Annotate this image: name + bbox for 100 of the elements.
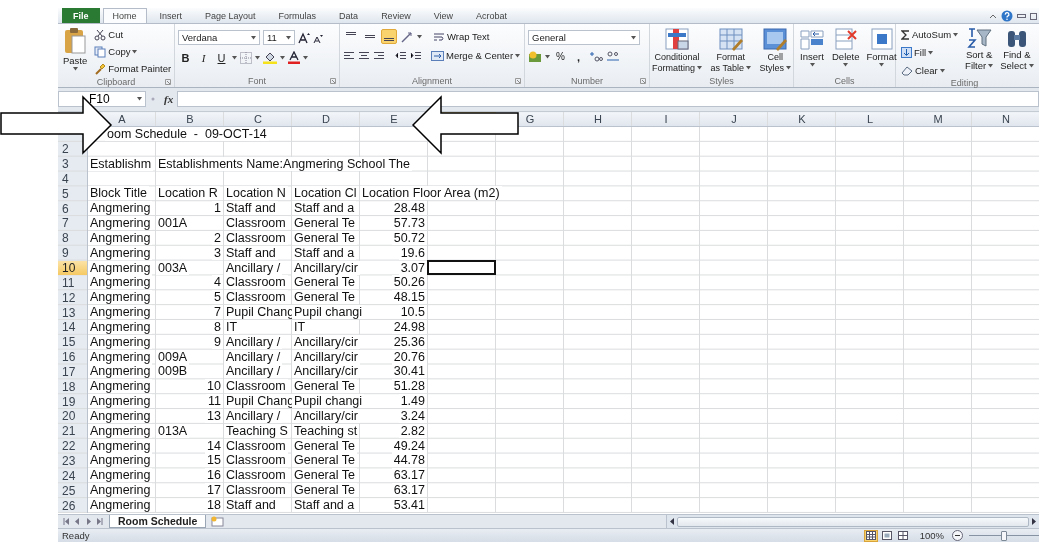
row-header[interactable]: 23 — [62, 454, 76, 468]
caret-icon[interactable] — [72, 67, 78, 71]
caret-icon[interactable] — [251, 35, 256, 40]
row-header[interactable]: 15 — [62, 335, 76, 350]
view-button[interactable] — [863, 529, 878, 542]
row-header[interactable]: 26 — [62, 498, 76, 513]
cells-button[interactable]: Insert — [797, 27, 827, 75]
caret-icon[interactable] — [232, 55, 237, 60]
column-header[interactable]: D — [322, 113, 330, 125]
next-sheet-icon[interactable] — [85, 518, 92, 525]
align-left-icon[interactable] — [343, 50, 355, 61]
view-button[interactable] — [879, 529, 894, 542]
align-right-icon[interactable] — [373, 50, 385, 61]
caret-icon[interactable] — [631, 35, 636, 40]
caret-icon[interactable] — [988, 64, 994, 68]
style-button[interactable]: Conditional Formatting — [651, 27, 703, 75]
row-header[interactable]: 16 — [62, 350, 76, 365]
column-header[interactable]: E — [390, 113, 398, 125]
caret-icon[interactable] — [280, 55, 285, 60]
find-select-button[interactable]: Find & Select — [998, 27, 1036, 78]
formula-input[interactable] — [177, 91, 1039, 107]
bold-button[interactable]: B — [178, 50, 193, 65]
sort-filter-button[interactable]: Sort & Filter — [963, 27, 996, 78]
row-header[interactable]: 13 — [62, 305, 76, 320]
column-header[interactable]: J — [731, 113, 737, 125]
row-header[interactable]: 25 — [62, 483, 76, 498]
row-header[interactable]: 3 — [62, 157, 69, 172]
caret-icon[interactable] — [137, 97, 142, 101]
row-header[interactable]: 7 — [62, 216, 69, 231]
scroll-right-icon[interactable] — [1031, 518, 1037, 525]
italic-button[interactable]: I — [196, 50, 211, 65]
caret-icon[interactable] — [928, 50, 934, 55]
caret-icon[interactable] — [786, 66, 791, 70]
caret-icon[interactable] — [132, 49, 138, 54]
row-header[interactable]: 12 — [62, 290, 76, 305]
row-header[interactable]: 14 — [62, 320, 76, 335]
caret-icon[interactable] — [255, 55, 260, 60]
row-header[interactable]: 6 — [62, 201, 69, 216]
zoom-out-icon[interactable] — [952, 530, 963, 541]
column-header[interactable]: L — [866, 113, 874, 125]
style-button[interactable]: Format as Table — [709, 27, 752, 75]
caret-icon[interactable] — [953, 32, 959, 37]
column-header[interactable]: G — [525, 113, 535, 125]
row-header[interactable]: 21 — [62, 424, 76, 439]
dialog-launcher-icon[interactable] — [640, 78, 646, 84]
wrap-text-button[interactable]: Wrap Text — [431, 29, 492, 44]
first-sheet-icon[interactable] — [63, 518, 70, 525]
decrease-indent-icon[interactable] — [395, 50, 407, 61]
column-header[interactable]: C — [254, 113, 262, 125]
dialog-launcher-icon[interactable] — [330, 78, 336, 84]
column-header[interactable]: N — [1002, 113, 1010, 125]
ribbon-tab[interactable]: Data — [329, 8, 369, 23]
caret-icon[interactable] — [1028, 64, 1034, 68]
row-header[interactable]: 5 — [62, 186, 69, 201]
comma-button[interactable]: , — [571, 49, 586, 64]
increase-indent-icon[interactable] — [410, 50, 422, 61]
caret-icon[interactable] — [809, 63, 815, 67]
cells-button[interactable]: Format — [864, 27, 899, 75]
font-size-field[interactable]: 11 — [263, 30, 295, 45]
caret-icon[interactable] — [303, 55, 308, 60]
align-center-icon[interactable] — [358, 50, 370, 61]
last-sheet-icon[interactable] — [96, 518, 103, 525]
row-header[interactable]: 22 — [62, 439, 76, 454]
window-minimize-icon[interactable] — [1017, 12, 1026, 19]
currency-icon[interactable] — [528, 50, 542, 63]
name-box[interactable]: F10 — [58, 91, 146, 107]
ribbon-tab[interactable]: View — [423, 8, 463, 23]
caret-icon[interactable] — [515, 53, 521, 58]
font-name-field[interactable]: Verdana — [178, 30, 260, 45]
font-color-icon[interactable] — [288, 51, 300, 64]
ribbon-tab[interactable]: Review — [371, 8, 421, 23]
ribbon-tab[interactable]: File — [62, 8, 100, 23]
copy-button[interactable]: Copy — [92, 44, 174, 59]
column-header[interactable]: I — [664, 113, 668, 125]
clear-button[interactable]: Clear — [899, 63, 961, 78]
column-header[interactable]: H — [594, 113, 602, 125]
horizontal-scrollbar[interactable] — [666, 515, 1039, 528]
number-format-field[interactable]: General — [528, 30, 640, 45]
sheet-tab[interactable]: Room Schedule — [109, 515, 207, 528]
zoom-level[interactable]: 100% — [919, 530, 944, 541]
zoom-slider-thumb[interactable] — [1001, 530, 1007, 541]
dialog-launcher-icon[interactable] — [165, 79, 171, 85]
text-orientation-icon[interactable] — [400, 30, 414, 43]
cut-button[interactable]: Cut — [92, 27, 174, 42]
caret-icon[interactable] — [286, 35, 291, 40]
caret-icon[interactable] — [417, 34, 422, 39]
ribbon-tab[interactable]: Formulas — [268, 8, 327, 23]
row-header[interactable]: 20 — [62, 409, 76, 424]
ribbon-tab[interactable]: Home — [102, 8, 147, 23]
active-cell[interactable] — [427, 259, 496, 276]
autosum-button[interactable]: AutoSum — [899, 27, 961, 42]
dialog-launcher-icon[interactable] — [515, 78, 521, 84]
minimize-ribbon-icon[interactable] — [989, 12, 997, 19]
ribbon-tab[interactable]: Insert — [149, 8, 193, 23]
window-restore-icon[interactable] — [1030, 11, 1037, 20]
underline-button[interactable]: U — [214, 50, 229, 65]
caret-icon[interactable] — [843, 63, 849, 67]
row-header[interactable]: 9 — [62, 246, 69, 261]
row-header[interactable]: 2 — [62, 142, 69, 157]
grow-font-icon[interactable] — [298, 31, 310, 44]
